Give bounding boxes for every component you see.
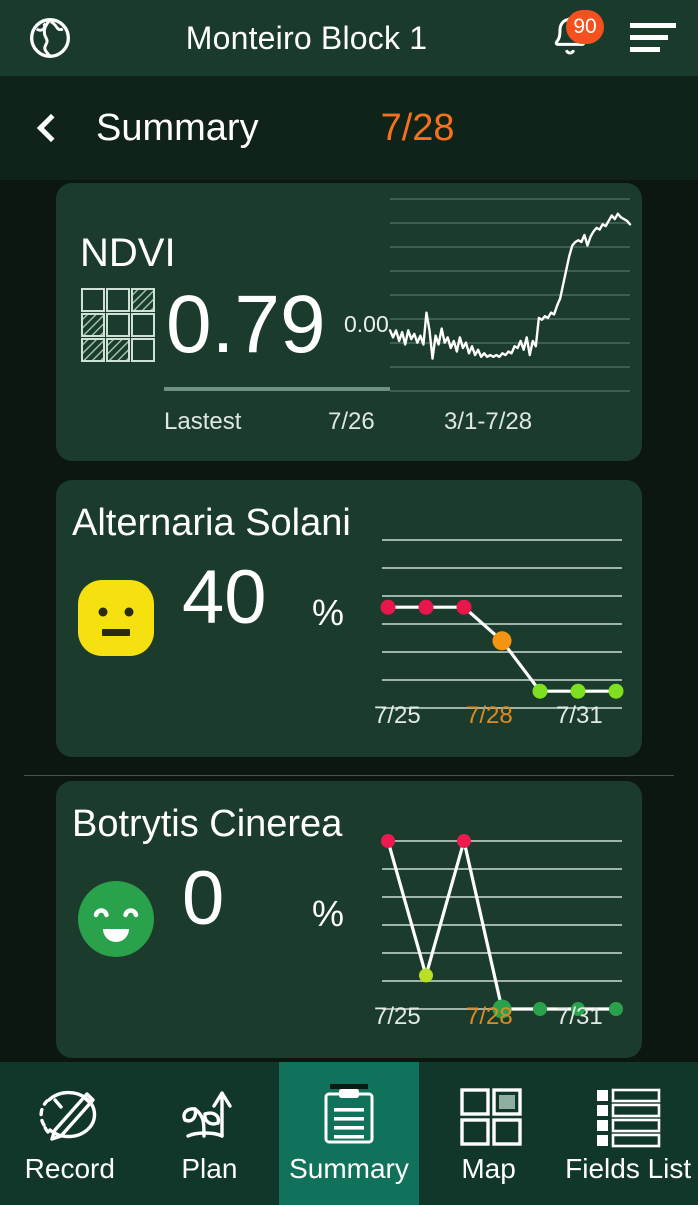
ndvi-latest-label: Lastest: [164, 408, 242, 435]
nav-label-fields-list: Fields List: [565, 1152, 692, 1184]
card-divider: [24, 775, 674, 776]
grid-map-icon: [452, 1083, 526, 1147]
ndvi-latest-date: 7/26: [328, 408, 375, 435]
back-button[interactable]: [0, 113, 96, 143]
ndvi-axis-min-label: 0.00: [344, 311, 389, 337]
record-pencil-icon: [33, 1083, 107, 1147]
nav-item-record[interactable]: Record: [0, 1062, 140, 1205]
clipboard-icon: [312, 1083, 386, 1147]
alternaria-axis-label-1: 7/28: [466, 702, 513, 729]
alternaria-unit: %: [312, 592, 345, 633]
alternaria-axis-label-0: 7/25: [374, 702, 421, 729]
nav-label-map: Map: [461, 1152, 516, 1184]
alternaria-value: 40: [182, 555, 267, 640]
bottom-navigation: Record Plan Summary Map Fields List: [0, 1062, 698, 1205]
ndvi-card-title: NDVI: [80, 231, 176, 275]
app-bar-actions: 90: [513, 10, 698, 64]
botrytis-axis-label-2: 7/31: [556, 1003, 603, 1030]
happy-face-icon: [78, 881, 154, 957]
botrytis-axis-label-1: 7/28: [466, 1003, 513, 1030]
notifications-button[interactable]: 90: [546, 10, 604, 64]
globe-icon: [28, 16, 72, 60]
ndvi-grid-icon: [80, 287, 156, 363]
botrytis-cinerea-card[interactable]: Botrytis Cinerea 0 % 7/25 7/28 7/31: [56, 781, 642, 1058]
page-title: Monteiro Block 1: [185, 19, 428, 56]
summary-heading: Summary: [96, 106, 259, 149]
summary-content: NDVI 0.79 0.00 Lastest 7/26 3/1-7/28 Alt…: [0, 180, 698, 1062]
alternaria-card-title: Alternaria Solani: [72, 502, 351, 544]
botrytis-axis-label-0: 7/25: [374, 1003, 421, 1030]
ndvi-value: 0.79: [166, 279, 326, 370]
chevron-left-icon: [36, 113, 66, 143]
nav-item-map[interactable]: Map: [419, 1062, 559, 1205]
alternaria-risk-chart: [380, 539, 624, 709]
botrytis-value: 0: [182, 856, 225, 941]
neutral-face-icon: [78, 580, 154, 656]
hamburger-menu-icon: [630, 21, 676, 55]
ndvi-card[interactable]: NDVI 0.79 0.00 Lastest 7/26 3/1-7/28: [56, 183, 642, 461]
globe-button[interactable]: [0, 16, 100, 60]
nav-label-summary: Summary: [289, 1152, 409, 1184]
notification-badge: 90: [566, 10, 604, 44]
alternaria-solani-card[interactable]: Alternaria Solani 40 % 7/25 7/28 7/31: [56, 480, 642, 757]
nav-item-plan[interactable]: Plan: [140, 1062, 280, 1205]
ndvi-underline: [164, 387, 390, 391]
botrytis-card-title: Botrytis Cinerea: [72, 803, 343, 845]
page-header: Summary 7/28: [0, 76, 698, 180]
selected-date[interactable]: 7/28: [381, 107, 455, 150]
app-root: Monteiro Block 1 90 Summary 7/28 NDVI 0.…: [0, 0, 698, 1205]
plant-growth-icon: [172, 1083, 246, 1147]
app-bar: Monteiro Block 1 90: [0, 0, 698, 76]
botrytis-unit: %: [312, 893, 345, 934]
nav-item-summary[interactable]: Summary: [279, 1062, 419, 1205]
nav-label-plan: Plan: [181, 1152, 238, 1184]
alternaria-axis-label-2: 7/31: [556, 702, 603, 729]
ndvi-date-range: 3/1-7/28: [444, 408, 533, 435]
nav-label-record: Record: [24, 1152, 115, 1184]
list-icon: [591, 1083, 665, 1147]
nav-item-fields-list[interactable]: Fields List: [558, 1062, 698, 1205]
ndvi-sparkline-chart: [388, 198, 632, 392]
hamburger-menu-button[interactable]: [630, 21, 676, 55]
botrytis-risk-chart: [381, 834, 623, 1019]
